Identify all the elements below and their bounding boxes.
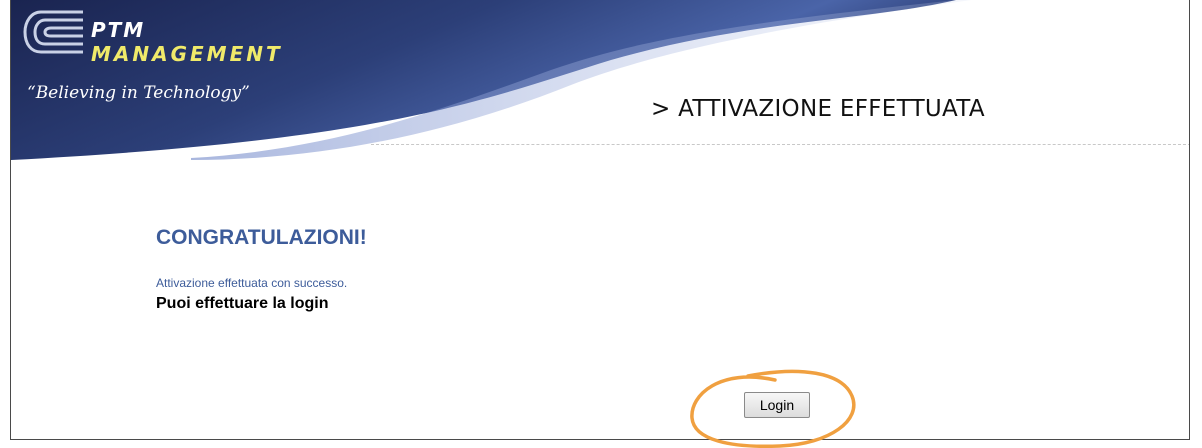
logo-name-line1: PTM: [91, 18, 146, 42]
page-frame: PTM MANAGEMENT “Believing in Technology”…: [10, 0, 1190, 440]
logo-name-line2: MANAGEMENT: [91, 42, 283, 66]
logo-tagline: “Believing in Technology”: [27, 83, 250, 103]
success-message: Attivazione effettuata con successo.: [156, 276, 348, 290]
header-divider: [371, 144, 1189, 145]
login-button[interactable]: Login: [744, 392, 810, 418]
success-title: CONGRATULAZIONI!: [156, 226, 367, 249]
login-instruction: Puoi effettuare la login: [156, 295, 329, 312]
page-title: > ATTIVAZIONE EFFETTUATA: [651, 96, 985, 122]
